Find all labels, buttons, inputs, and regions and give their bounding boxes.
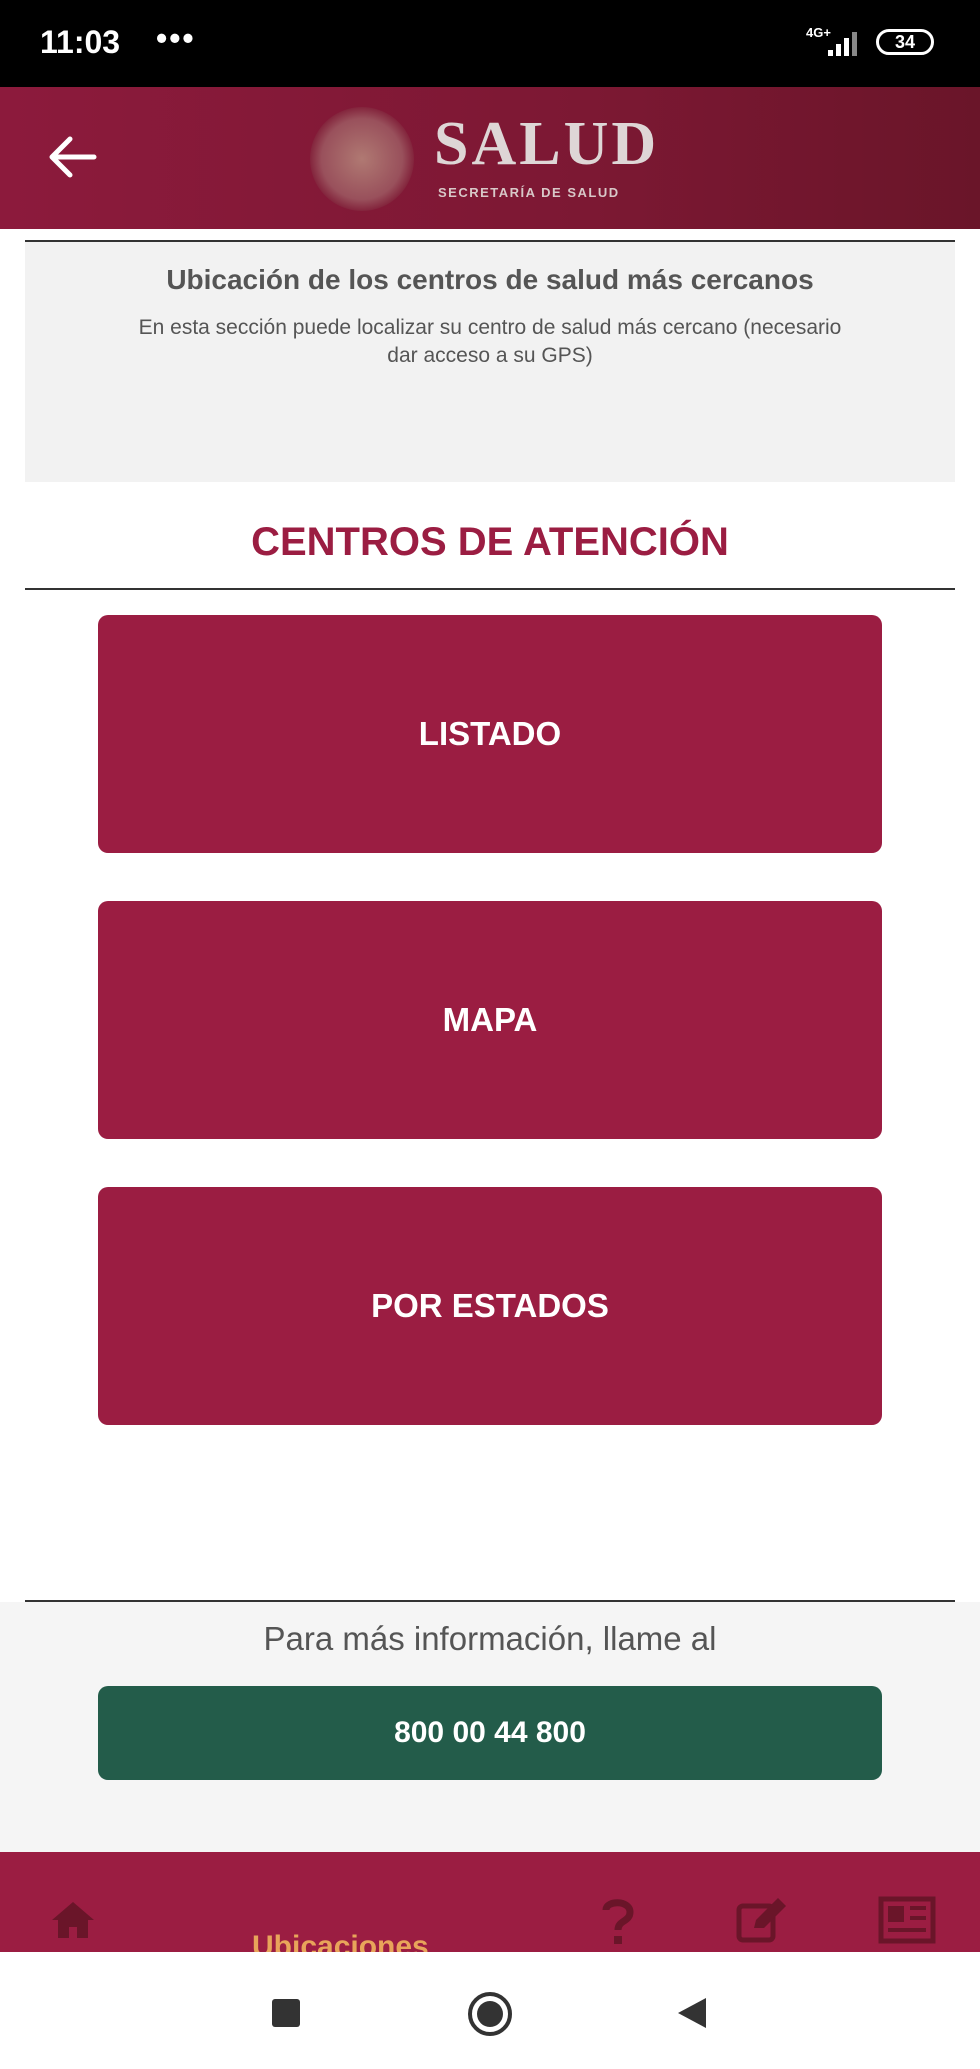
section-divider [25,588,955,590]
back-triangle-icon[interactable] [676,1996,708,2030]
section-title: CENTROS DE ATENCIÓN [251,520,729,564]
brand-subtitle: SECRETARÍA DE SALUD [438,185,620,200]
status-bar: 11:03 ••• 4G+ 34 [0,0,980,87]
footer-panel: Para más información, llame al 800 00 44… [0,1602,980,1852]
news-icon[interactable] [878,1896,936,1944]
system-nav-bar [0,1952,980,2069]
brand-title: SALUD [434,110,660,178]
home-circle-icon[interactable] [466,1990,514,2038]
app-bar: SALUD SECRETARÍA DE SALUD [0,87,980,229]
nav-label-ubicaciones[interactable]: Ubicaciones [252,1930,429,1952]
signal-icon [828,32,857,56]
bottom-nav: Ubicaciones [0,1852,980,1952]
overflow-dots-icon: ••• [156,20,196,56]
status-time: 11:03 [40,24,121,60]
phone-button[interactable]: 800 00 44 800 [98,1686,882,1780]
battery-icon: 34 [876,29,934,55]
info-description: En esta sección puede localizar su centr… [138,316,842,367]
listado-button[interactable]: LISTADO [98,615,882,853]
help-icon[interactable] [598,1896,638,1946]
por-estados-button[interactable]: POR ESTADOS [98,1187,882,1425]
info-heading: Ubicación de los centros de salud más ce… [166,264,814,295]
edit-icon[interactable] [736,1896,788,1944]
info-panel: Ubicación de los centros de salud más ce… [25,240,955,482]
salud-logo: SALUD SECRETARÍA DE SALUD [310,107,680,217]
back-arrow-icon[interactable] [40,125,104,189]
footer-info-text: Para más información, llame al [263,1620,717,1657]
coat-of-arms-icon [310,107,414,211]
mapa-button[interactable]: MAPA [98,901,882,1139]
home-icon[interactable] [50,1900,96,1940]
recents-icon[interactable] [270,1997,302,2029]
